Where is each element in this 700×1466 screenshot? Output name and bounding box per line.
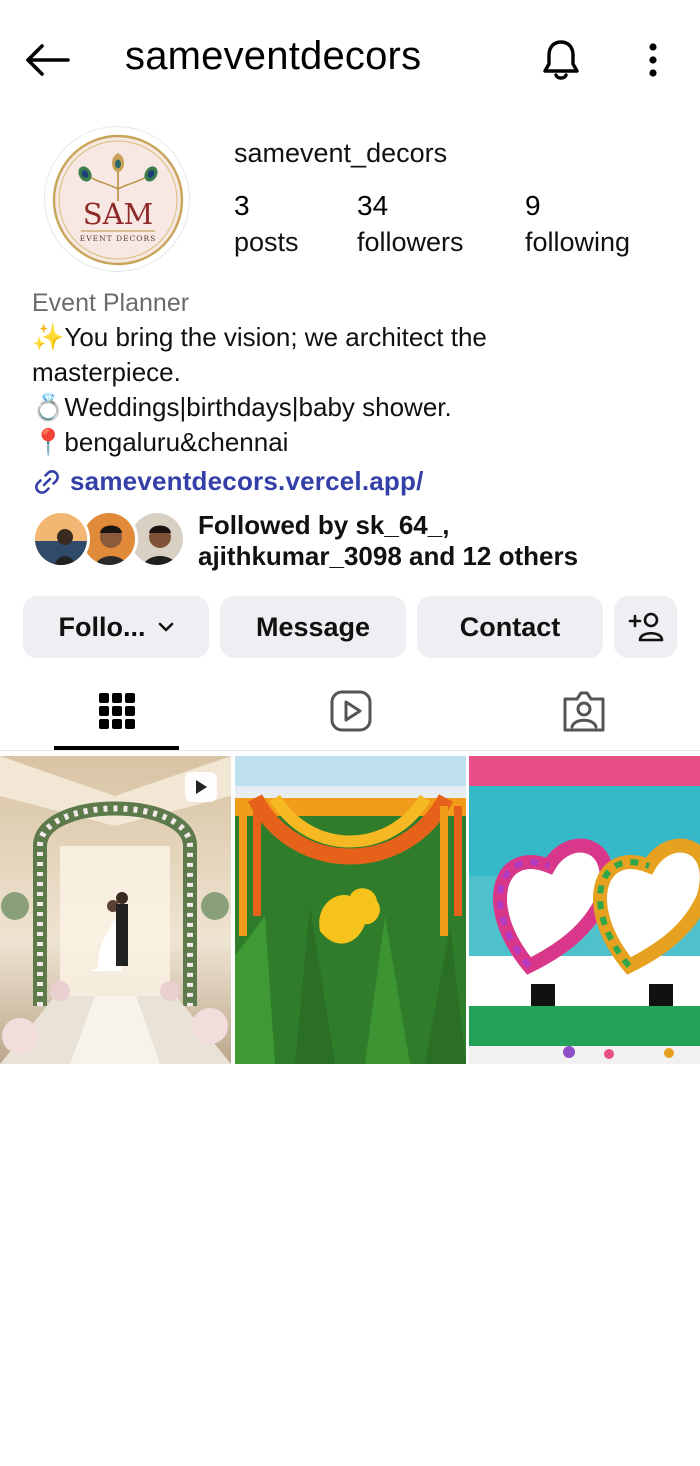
post-thumbnail[interactable] — [235, 756, 466, 1064]
post-thumbnail[interactable] — [0, 756, 231, 1064]
reel-badge — [185, 772, 217, 802]
bio-line: ✨You bring the vision; we architect the — [32, 322, 487, 352]
chevron-down-icon — [158, 622, 173, 632]
add-person-icon — [628, 612, 663, 642]
back-button[interactable] — [20, 36, 74, 84]
profile-tabs — [0, 672, 700, 752]
more-options-button[interactable] — [636, 36, 670, 84]
stat-followers[interactable]: 34 followers — [357, 188, 464, 260]
link-icon — [35, 469, 59, 494]
avatar[interactable]: SAM EVENT DECORS — [44, 126, 190, 272]
stat-following-label: following — [525, 227, 631, 257]
logo-text-sam: SAM — [83, 197, 154, 231]
followed-by[interactable]: Followed by sk_64_, ajithkumar_3098 and … — [32, 508, 682, 572]
bio: Event Planner ✨You bring the vision; we … — [32, 286, 672, 460]
contact-button-label: Contact — [459, 611, 561, 642]
followed-by-line: Followed by sk_64_, — [198, 510, 450, 540]
stat-followers-count: 34 — [357, 190, 389, 221]
stat-followers-label: followers — [357, 227, 464, 257]
grid-icon — [98, 693, 135, 729]
more-vertical-icon — [649, 43, 657, 77]
bio-line: 📍bengaluru&chennai — [32, 427, 289, 457]
tab-reels[interactable] — [288, 672, 413, 750]
stat-posts[interactable]: 3 posts — [234, 188, 299, 260]
followed-by-line: ajithkumar_3098 and 12 others — [198, 541, 579, 571]
posts-grid — [0, 756, 700, 1064]
message-button-label: Message — [255, 611, 371, 642]
bell-icon — [543, 40, 579, 80]
logo-text-event-decors: EVENT DECORS — [80, 234, 156, 243]
bio-line: masterpiece. — [32, 357, 181, 387]
stat-following-count: 9 — [525, 190, 541, 221]
suggested-accounts-button[interactable] — [614, 596, 677, 658]
follower-avatar — [32, 510, 90, 568]
contact-button[interactable]: Contact — [417, 596, 603, 658]
bio-line: 💍Weddings|birthdays|baby shower. — [32, 392, 452, 422]
tabs-divider — [0, 750, 700, 751]
play-icon — [196, 780, 207, 794]
followed-by-text: Followed by sk_64_, ajithkumar_3098 and … — [198, 510, 578, 572]
notifications-button[interactable] — [536, 34, 586, 86]
stat-posts-count: 3 — [234, 190, 250, 221]
top-bar: sameventdecors — [0, 0, 700, 118]
username: samevent_decors — [234, 138, 448, 168]
category-label: Event Planner — [32, 289, 190, 317]
message-button[interactable]: Message — [220, 596, 406, 658]
stat-following[interactable]: 9 following — [525, 188, 630, 260]
following-button-label: Follo... — [58, 611, 146, 642]
tab-posts-grid[interactable] — [54, 672, 179, 750]
brand-logo: SAM EVENT DECORS — [52, 134, 184, 266]
stat-posts-label: posts — [234, 227, 299, 257]
tagged-icon — [563, 691, 604, 732]
following-dropdown-button[interactable]: Follo... — [23, 596, 209, 658]
post-thumbnail[interactable] — [469, 756, 700, 1064]
website-link-text[interactable]: sameventdecors.vercel.app/ — [70, 466, 424, 497]
arrow-left-icon — [26, 44, 70, 76]
tab-tagged[interactable] — [521, 672, 646, 750]
profile-title: sameventdecors — [125, 34, 422, 78]
reels-icon — [330, 690, 371, 732]
website-link[interactable]: sameventdecors.vercel.app/ — [32, 466, 424, 497]
